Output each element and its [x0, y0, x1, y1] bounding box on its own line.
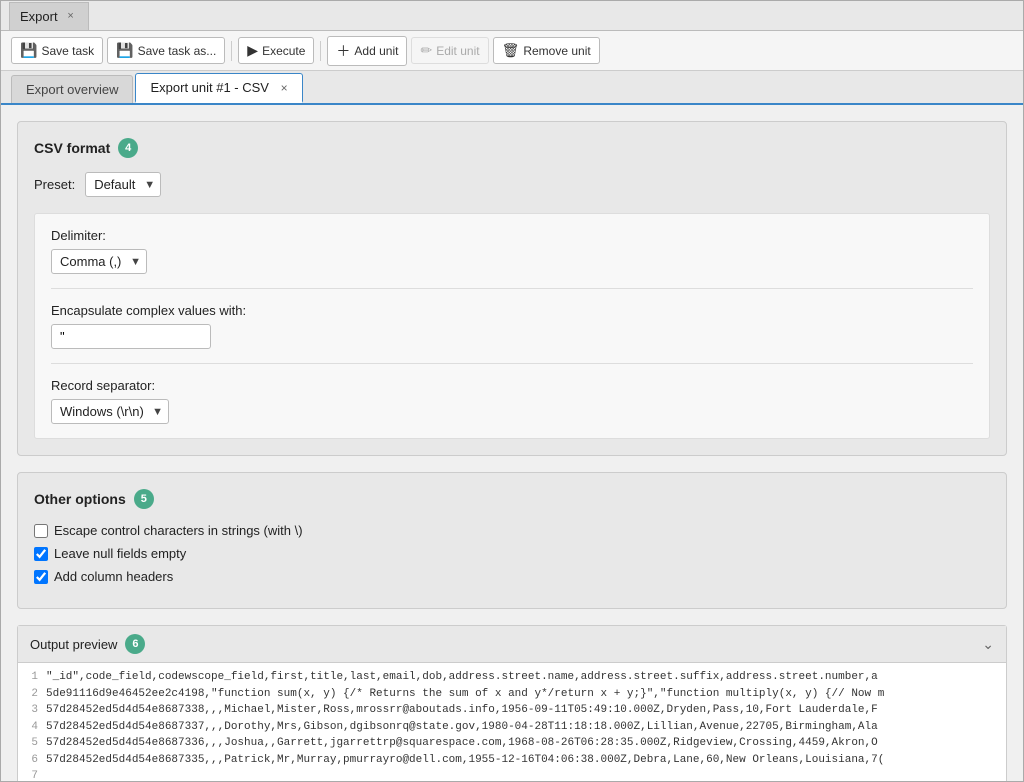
option-headers-row: Add column headers — [34, 569, 990, 584]
preview-title-label: Output preview — [30, 637, 117, 652]
preview-line: 7 — [26, 768, 998, 781]
line-content: 5de91116d9e46452ee2c4198,"function sum(x… — [46, 686, 884, 703]
line-number: 1 — [26, 669, 38, 686]
save-as-icon: 💾 — [116, 42, 133, 59]
line-number: 6 — [26, 752, 38, 769]
preview-badge: 6 — [125, 634, 145, 654]
main-content: CSV format 4 Preset: Default ▼ — [1, 105, 1023, 781]
tab-export-unit[interactable]: Export unit #1 - CSV × — [135, 73, 302, 103]
record-separator-label: Record separator: — [51, 378, 973, 393]
preview-line: 5 57d28452ed5d4d54e8687336,,,Joshua,,Garr… — [26, 735, 998, 752]
title-bar: Export × — [1, 1, 1023, 31]
save-task-as-label: Save task as... — [138, 44, 217, 58]
encapsulate-input[interactable] — [51, 324, 211, 349]
tab-close-button[interactable]: × — [281, 81, 288, 95]
execute-label: Execute — [262, 44, 305, 58]
format-options-card: Delimiter: Comma (,) ▼ Encapsulate compl… — [34, 213, 990, 439]
toolbar-separator-2 — [320, 41, 321, 61]
content-area[interactable]: CSV format 4 Preset: Default ▼ — [1, 105, 1023, 781]
line-content: "_id",code_field,codewscope_field,first,… — [46, 669, 878, 686]
line-number: 4 — [26, 719, 38, 736]
csv-format-badge: 4 — [118, 138, 138, 158]
option-null-label[interactable]: Leave null fields empty — [54, 546, 186, 561]
preview-content: 1 "_id",code_field,codewscope_field,first… — [18, 663, 1006, 781]
add-unit-label: Add unit — [354, 44, 398, 58]
preview-line: 2 5de91116d9e46452ee2c4198,"function sum(… — [26, 686, 998, 703]
option-headers-checkbox[interactable] — [34, 570, 48, 584]
option-escape-checkbox[interactable] — [34, 524, 48, 538]
execute-icon: ▶ — [247, 42, 258, 59]
window-title: Export — [20, 9, 58, 24]
line-number: 3 — [26, 702, 38, 719]
save-task-as-button[interactable]: 💾 Save task as... — [107, 37, 225, 64]
window-tab: Export × — [9, 2, 89, 30]
other-options-section: Other options 5 Escape control character… — [17, 472, 1007, 609]
output-preview-section: Output preview 6 ⌄ 1 "_id",code_field,cod… — [17, 625, 1007, 781]
add-icon: ＋ — [336, 41, 350, 61]
preset-row: Preset: Default ▼ — [34, 172, 990, 197]
line-number: 5 — [26, 735, 38, 752]
main-window: Export × 💾 Save task 💾 Save task as... ▶… — [0, 0, 1024, 782]
execute-button[interactable]: ▶ Execute — [238, 37, 314, 64]
tab-overview-label: Export overview — [26, 82, 118, 97]
record-separator-select-wrapper: Windows (\r\n) ▼ — [51, 399, 169, 424]
other-options-badge: 5 — [134, 489, 154, 509]
line-content: 57d28452ed5d4d54e8687338,,,Michael,Miste… — [46, 702, 878, 719]
tab-unit-label: Export unit #1 - CSV — [150, 80, 269, 95]
preset-select-wrapper: Default ▼ — [85, 172, 161, 197]
remove-unit-label: Remove unit — [523, 44, 590, 58]
option-escape-row: Escape control characters in strings (wi… — [34, 523, 990, 538]
preview-line: 4 57d28452ed5d4d54e8687337,,,Dorothy,Mrs,… — [26, 719, 998, 736]
line-content: 57d28452ed5d4d54e8687335,,,Patrick,Mr,Mu… — [46, 752, 884, 769]
trash-icon: 🗑 — [502, 42, 520, 59]
line-content: 57d28452ed5d4d54e8687336,,,Joshua,,Garre… — [46, 735, 878, 752]
divider-2 — [51, 363, 973, 364]
encapsulate-label: Encapsulate complex values with: — [51, 303, 973, 318]
option-null-checkbox[interactable] — [34, 547, 48, 561]
line-content: 57d28452ed5d4d54e8687337,,,Dorothy,Mrs,G… — [46, 719, 878, 736]
csv-format-label: CSV format — [34, 140, 110, 156]
option-escape-label[interactable]: Escape control characters in strings (wi… — [54, 523, 303, 538]
edit-unit-button[interactable]: ✏ Edit unit — [411, 37, 488, 64]
line-number: 7 — [26, 768, 38, 781]
remove-unit-button[interactable]: 🗑 Remove unit — [493, 37, 600, 64]
delimiter-label: Delimiter: — [51, 228, 973, 243]
expand-icon[interactable]: ⌄ — [982, 636, 994, 653]
add-unit-button[interactable]: ＋ Add unit — [327, 36, 407, 66]
delimiter-select[interactable]: Comma (,) — [51, 249, 147, 274]
save-task-button[interactable]: 💾 Save task — [11, 37, 103, 64]
preview-line: 1 "_id",code_field,codewscope_field,first… — [26, 669, 998, 686]
option-headers-label[interactable]: Add column headers — [54, 569, 173, 584]
option-null-row: Leave null fields empty — [34, 546, 990, 561]
save-task-label: Save task — [41, 44, 94, 58]
record-separator-select[interactable]: Windows (\r\n) — [51, 399, 169, 424]
tab-export-overview[interactable]: Export overview — [11, 75, 133, 103]
line-number: 2 — [26, 686, 38, 703]
edit-unit-label: Edit unit — [436, 44, 479, 58]
window-close-button[interactable]: × — [64, 9, 78, 23]
preview-title-group: Output preview 6 — [30, 634, 145, 654]
save-icon: 💾 — [20, 42, 37, 59]
tab-bar: Export overview Export unit #1 - CSV × — [1, 71, 1023, 105]
divider-1 — [51, 288, 973, 289]
csv-format-section: CSV format 4 Preset: Default ▼ — [17, 121, 1007, 456]
output-preview-header: Output preview 6 ⌄ — [18, 626, 1006, 663]
delimiter-select-wrapper: Comma (,) ▼ — [51, 249, 147, 274]
preset-label: Preset: — [34, 177, 75, 192]
toolbar-separator-1 — [231, 41, 232, 61]
toolbar: 💾 Save task 💾 Save task as... ▶ Execute … — [1, 31, 1023, 71]
preset-select[interactable]: Default — [85, 172, 161, 197]
preview-line: 3 57d28452ed5d4d54e8687338,,,Michael,Mist… — [26, 702, 998, 719]
other-options-label: Other options — [34, 491, 126, 507]
other-options-title: Other options 5 — [34, 489, 990, 509]
csv-format-title: CSV format 4 — [34, 138, 990, 158]
edit-icon: ✏ — [420, 42, 432, 59]
preview-line: 6 57d28452ed5d4d54e8687335,,,Patrick,Mr,M… — [26, 752, 998, 769]
